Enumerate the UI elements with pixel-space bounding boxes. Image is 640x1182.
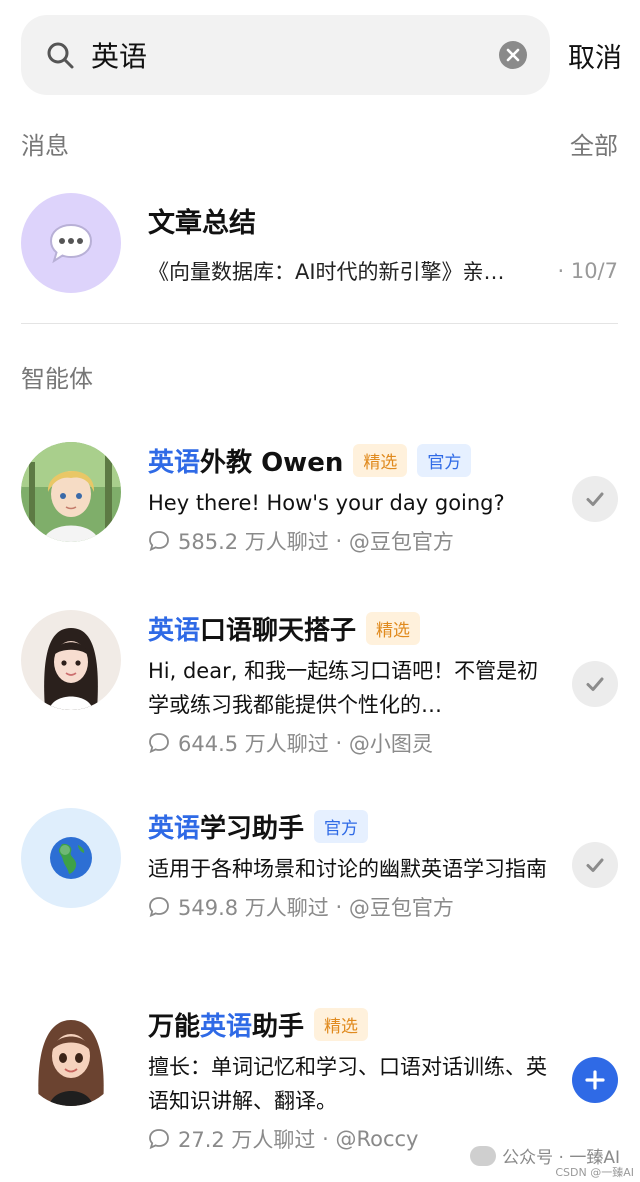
agent-chat-count: 549.8 万人聊过	[178, 896, 329, 920]
chat-bubble-icon	[149, 1129, 169, 1150]
agent-name: 英语外教 Owen	[148, 442, 343, 479]
agent-meta: 585.2 万人聊过 · @豆包官方	[148, 526, 558, 556]
agent-name-rest: 学习助手	[200, 813, 305, 844]
agent-item[interactable]: 英语学习助手 官方 适用于各种场景和讨论的幽默英语学习指南 549.8 万人聊过…	[21, 808, 618, 922]
messages-all-link[interactable]: 全部	[570, 126, 618, 161]
agent-avatar	[21, 1006, 121, 1106]
agent-item[interactable]: 英语口语聊天搭子 精选 Hi, dear, 和我一起练习口语吧！不管是初学或练习…	[21, 610, 618, 758]
added-check-button[interactable]	[572, 476, 618, 522]
agent-description: 擅长：单词记忆和学习、口语对话训练、英语知识讲解、翻译。	[148, 1055, 547, 1113]
agent-name-highlight: 英语	[200, 1011, 253, 1042]
speech-bubble-icon	[49, 223, 93, 264]
agent-avatar	[21, 610, 121, 710]
agent-name-rest: 外教 Owen	[200, 447, 344, 478]
added-check-button[interactable]	[572, 842, 618, 888]
plus-icon	[585, 1070, 605, 1090]
chat-bubble-icon	[149, 897, 169, 918]
add-agent-button[interactable]	[572, 1057, 618, 1103]
meta-separator: ·	[328, 529, 349, 553]
messages-section-label: 消息	[21, 132, 69, 160]
agent-chat-count: 27.2 万人聊过	[178, 1128, 316, 1152]
agent-name-prefix: 万能	[148, 1011, 201, 1042]
check-icon	[586, 492, 604, 506]
agent-item[interactable]: 英语外教 Owen 精选 官方 Hey there! How's your da…	[21, 442, 618, 556]
globe-icon	[50, 837, 92, 879]
agents-section-label: 智能体	[21, 365, 93, 393]
cancel-button[interactable]: 取消	[568, 36, 622, 75]
agent-creator: @小图灵	[348, 732, 433, 756]
official-badge: 官方	[417, 443, 472, 477]
agent-chat-count: 585.2 万人聊过	[178, 530, 329, 554]
featured-badge: 精选	[353, 443, 408, 477]
search-bar: 取消	[21, 15, 622, 95]
message-preview: 《向量数据库：AI时代的新引擎》亲…	[148, 259, 505, 284]
chat-bubble-icon	[149, 531, 169, 552]
agent-description: Hi, dear, 和我一起练习口语吧！不管是初学或练习我都能提供个性化的…	[148, 659, 539, 717]
agent-name-highlight: 英语	[148, 813, 201, 844]
message-item[interactable]: 文章总结 《向量数据库：AI时代的新引擎》亲… · 10/7	[21, 193, 618, 293]
search-box[interactable]	[21, 15, 550, 95]
message-title: 文章总结	[148, 207, 256, 239]
check-icon	[586, 677, 604, 691]
message-time: · 10/7	[557, 258, 618, 283]
wechat-logo-icon	[470, 1145, 497, 1166]
search-icon	[47, 42, 74, 69]
agent-name: 万能英语助手	[148, 1006, 304, 1043]
message-avatar	[21, 193, 121, 293]
agent-meta: 644.5 万人聊过 · @小图灵	[148, 728, 558, 758]
agent-name: 英语学习助手	[148, 808, 304, 845]
featured-badge: 精选	[366, 611, 421, 645]
agent-creator: @豆包官方	[348, 896, 454, 920]
agent-item[interactable]: 万能英语助手 精选 擅长：单词记忆和学习、口语对话训练、英语知识讲解、翻译。 2…	[21, 1006, 618, 1154]
agent-name-rest: 助手	[252, 1011, 305, 1042]
check-icon	[586, 858, 604, 872]
csdn-watermark: CSDN @一臻AI	[555, 1166, 634, 1179]
agent-chat-count: 644.5 万人聊过	[178, 732, 329, 756]
agent-description: 适用于各种场景和讨论的幽默英语学习指南	[148, 857, 547, 881]
featured-badge: 精选	[314, 1007, 369, 1041]
added-check-button[interactable]	[572, 661, 618, 707]
agent-name-highlight: 英语	[148, 447, 201, 478]
meta-separator: ·	[328, 895, 349, 919]
chat-bubble-icon	[149, 733, 169, 754]
official-badge: 官方	[314, 809, 369, 843]
agent-avatar	[21, 808, 121, 908]
search-input[interactable]	[91, 38, 498, 72]
meta-separator: ·	[315, 1127, 336, 1151]
clear-icon[interactable]	[498, 40, 528, 70]
meta-separator: ·	[328, 731, 349, 755]
agent-avatar	[21, 442, 121, 542]
agent-creator: @豆包官方	[348, 530, 454, 554]
agent-meta: 549.8 万人聊过 · @豆包官方	[148, 892, 558, 922]
agent-name-rest: 口语聊天搭子	[200, 615, 357, 646]
agent-description: Hey there! How's your day going?	[148, 491, 505, 515]
agent-creator: @Roccy	[335, 1127, 419, 1151]
agent-name-highlight: 英语	[148, 615, 201, 646]
agent-name: 英语口语聊天搭子	[148, 610, 356, 647]
section-divider	[21, 323, 618, 324]
